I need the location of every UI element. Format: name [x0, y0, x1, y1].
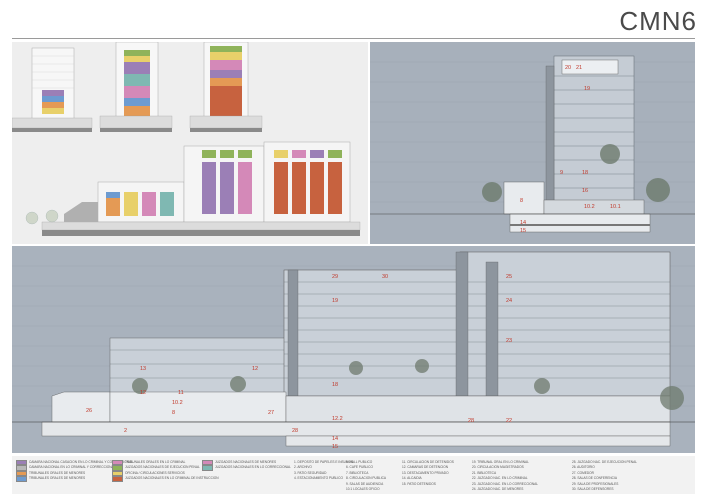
label-23: 23 [506, 338, 512, 344]
elevation-studies-panel [12, 42, 368, 244]
legend-swatch [16, 476, 27, 482]
legend-item: JUZGADOS NACIONALES EN LO CRIMINAL DE IN… [112, 476, 219, 482]
label-22: 22 [506, 418, 512, 424]
label-30: 30 [382, 274, 388, 280]
label-14: 14 [332, 436, 338, 442]
label-24: 24 [506, 298, 512, 304]
label-19: 19 [584, 86, 590, 92]
label-16: 16 [582, 188, 588, 194]
legend-room-item: 15. PATIO DETENIDOS [402, 481, 436, 486]
legend-label: JUZGADOS NACIONALES EN LO CORRECCIONAL [215, 465, 291, 470]
legend-column-7: 19. TRIBUNAL ORAL EN LO CRIMINAL 20. CIRC… [472, 460, 538, 492]
label-21: 21 [576, 65, 582, 71]
legend-room-item: 30. SALA DE DEFENSORES [572, 487, 614, 492]
legend-room-item: 8. CIRCULACION PUBLICA [346, 476, 387, 481]
label-20: 20 [565, 65, 571, 71]
label-28b: 28 [292, 428, 298, 434]
legend-item: JUZGADOS NACIONALES EN LO CORRECCIONAL [202, 465, 291, 471]
section-top-right-drawing: 20 21 19 9 18 16 8 10.2 10.1 14 15 [370, 55, 695, 234]
label-8: 8 [520, 198, 523, 204]
label-12: 12 [252, 366, 258, 372]
legend-column-3: JUZGADOS NACIONALES DE MENORES JUZGADOS N… [202, 460, 291, 471]
legend-room-item: 10.1 LOCALES OFICIO [346, 487, 380, 492]
legend-column-8: 25. JUZGADO NAC. DE EJECUCION PENAL 26. A… [572, 460, 637, 492]
label-27: 27 [268, 410, 274, 416]
page-title: CMN6 [619, 6, 697, 36]
label-15: 15 [520, 228, 526, 234]
legend-label: JUZGADOS NACIONALES EN LO CRIMINAL DE IN… [125, 476, 219, 481]
label-10-2: 10.2 [172, 400, 183, 406]
legend-column-5: 5. HALL PUBLICO 6. CAFE PUBLICO 7. BIBLIOT… [346, 460, 386, 492]
long-section-drawing: 29 30 25 19 24 23 13 12 18 12 11 26 10.2… [12, 251, 695, 450]
label-28: 28 [468, 418, 474, 424]
legend-room-item: 24. JUZGADO NAC. DE MENORES [472, 487, 524, 492]
tower-study-3 [189, 42, 263, 132]
label-10-2: 10.2 [584, 204, 595, 210]
label-19: 19 [332, 298, 338, 304]
label-18: 18 [582, 170, 588, 176]
elevation-studies-drawing [12, 42, 361, 236]
label-9: 9 [560, 170, 563, 176]
legend-swatch [202, 465, 213, 471]
label-2: 2 [124, 428, 127, 434]
legend-label: TRIBUNALES ORALES DE MENORES [29, 476, 86, 481]
tower-study-1 [12, 47, 93, 132]
legend-swatch [112, 476, 123, 482]
label-25: 25 [506, 274, 512, 280]
header-divider [12, 38, 695, 39]
label-8: 8 [172, 410, 175, 416]
legend-column-4: 1. DEPOSITO DE PAPELES E INSUMOS 2. ARCHI… [294, 460, 353, 482]
label-12b: 12 [140, 390, 146, 396]
label-14: 14 [520, 220, 526, 226]
label-15: 15 [332, 444, 338, 450]
label-29: 29 [332, 274, 338, 280]
label-12-2: 12.2 [332, 416, 343, 422]
legend-room-item: 4. ESTACIONAMIENTO PUBLICO [294, 476, 343, 481]
legend-column-6: 11. CIRCULACION DE DETENIDOS 12. CAMARAS … [402, 460, 454, 487]
label-11: 11 [178, 390, 184, 396]
long-section-panel: 29 30 25 19 24 23 13 12 18 12 11 26 10.2… [12, 246, 695, 453]
section-top-right-panel: 20 21 19 9 18 16 8 10.2 10.1 14 15 [370, 42, 695, 244]
long-elevation [41, 141, 361, 236]
label-26: 26 [86, 408, 92, 414]
label-18: 18 [332, 382, 338, 388]
tower-study-2 [99, 42, 173, 132]
label-10-1: 10.1 [610, 204, 621, 210]
label-13: 13 [140, 366, 146, 372]
legend-panel: CAMARA NACIONAL CASACION EN LO CRIMINAL … [12, 456, 695, 494]
